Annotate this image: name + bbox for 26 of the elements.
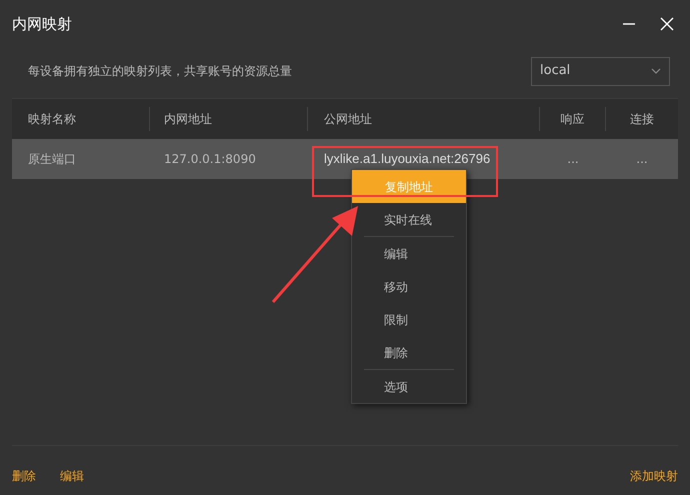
column-header: 映射名称 — [28, 111, 76, 128]
menu-item[interactable]: 移动 — [352, 270, 466, 303]
footer-link[interactable]: 删除 — [12, 466, 36, 484]
minimize-icon — [623, 23, 635, 25]
menu-item[interactable]: 限制 — [352, 303, 466, 336]
add-mapping-link[interactable]: 添加映射 — [630, 466, 678, 484]
menu-item[interactable]: 选项 — [352, 370, 466, 403]
footer-link[interactable]: 编辑 — [60, 466, 84, 484]
table-row[interactable]: 原生端口 127.0.0.1:8090 lyxlike.a1.luyouxia.net:26796 ... ... — [12, 139, 678, 179]
column-header: 响应 — [560, 111, 584, 128]
table-cell-text: ... — [636, 151, 648, 168]
chevron-down-icon — [651, 68, 661, 74]
window-title: 内网映射 — [12, 14, 72, 35]
table-cell-text: lyxlike.a1.luyouxia.net:26796 — [324, 150, 490, 168]
menu-item[interactable]: 编辑 — [352, 237, 466, 270]
table-cell-text: ... — [567, 151, 579, 168]
column-header: 内网地址 — [164, 111, 212, 128]
table-cell-text: 127.0.0.1:8090 — [164, 151, 256, 168]
device-dropdown[interactable]: local — [531, 56, 670, 86]
column-header: 公网地址 — [324, 111, 372, 128]
table-cell-text: 原生端口 — [28, 151, 76, 168]
close-icon — [660, 17, 674, 31]
column-header: 连接 — [630, 111, 654, 128]
description-text: 每设备拥有独立的映射列表，共享账号的资源总量 — [28, 63, 292, 80]
menu-item[interactable]: 实时在线 — [352, 203, 466, 236]
menu-item[interactable]: 删除 — [352, 336, 466, 369]
